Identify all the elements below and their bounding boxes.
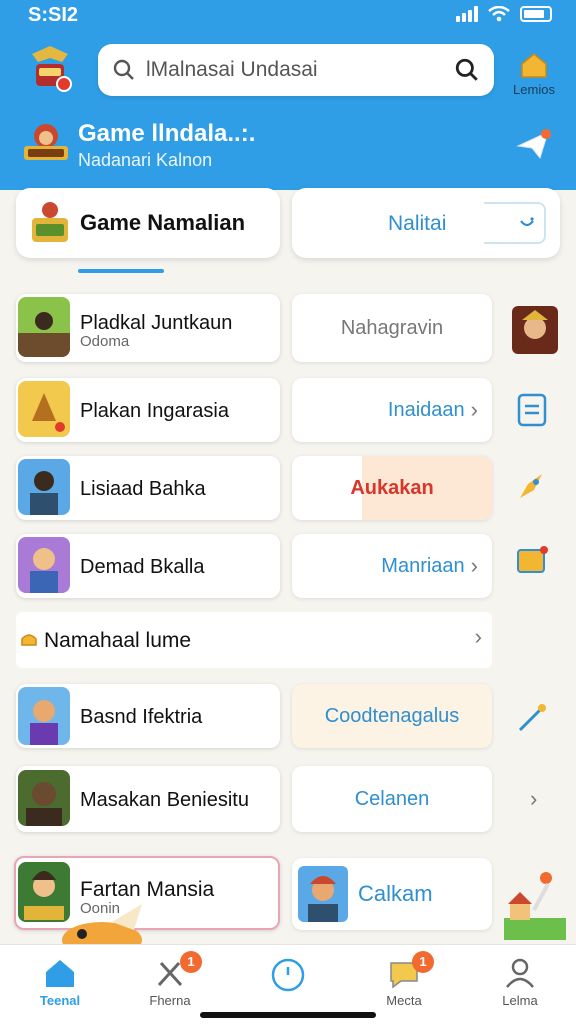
brush-icon[interactable] xyxy=(514,700,550,736)
game-thumbnail-icon xyxy=(18,459,70,515)
game-row-title: Basnd Ifektria xyxy=(80,706,203,728)
game-thumbnail-icon xyxy=(18,297,70,357)
home-indicator xyxy=(200,1012,376,1018)
home-label: Lemios xyxy=(513,82,555,97)
game-row-subtitle: Odoma xyxy=(80,333,130,350)
chevron-right-icon: › xyxy=(470,397,478,422)
nav-tools-label: Fherna xyxy=(149,993,191,1008)
village-icon[interactable] xyxy=(504,870,566,940)
nav-profile-label: Lelma xyxy=(502,993,538,1008)
profile-icon xyxy=(506,958,534,988)
game-row-title: Fartan Mansia xyxy=(80,878,215,901)
row-action-label: Celanen xyxy=(354,787,430,810)
document-icon[interactable] xyxy=(514,392,550,428)
row-action-label: Nahagravin xyxy=(340,316,444,339)
chevron-right-icon: › xyxy=(474,624,482,649)
nav-tools-badge: 1 xyxy=(180,951,202,973)
chevron-right-icon: › xyxy=(470,553,478,578)
filter-card[interactable]: Nalitai xyxy=(292,188,560,258)
status-bar: S:SI2 xyxy=(0,0,576,30)
paper-plane-icon[interactable] xyxy=(514,124,554,164)
status-time: S:SI2 xyxy=(28,4,79,26)
game-thumbnail-icon xyxy=(18,537,70,593)
row-action-card[interactable]: Calkam xyxy=(292,858,492,930)
row-action-card[interactable]: Nahagravin xyxy=(292,294,492,362)
nav-home-label: Teenal xyxy=(39,993,81,1008)
wifi-icon xyxy=(488,6,510,22)
section-title: Namahaal lume xyxy=(44,629,192,652)
chevron-right-icon[interactable]: › xyxy=(530,786,537,812)
search-submit-icon[interactable] xyxy=(454,57,480,83)
app-logo-icon[interactable] xyxy=(24,40,76,96)
row-action-card[interactable]: Celanen xyxy=(292,766,492,832)
app-header: S:SI2 lMalnasai Undasai Lemios Game llnd… xyxy=(0,0,576,190)
row-action-card[interactable]: Coodtenagalus xyxy=(292,684,492,748)
game-logo-icon xyxy=(24,124,68,160)
signal-icon xyxy=(456,6,478,22)
rocket-icon[interactable] xyxy=(514,468,550,504)
game-row-title: Lisiaad Bahka xyxy=(80,478,206,500)
game-thumbnail-icon xyxy=(18,687,70,745)
home-button[interactable]: Lemios xyxy=(508,48,560,97)
featured-card[interactable]: Game Namalian xyxy=(16,188,280,258)
row-action-label: Manriaan xyxy=(381,554,465,577)
row-action-label: Aukakan xyxy=(350,476,434,499)
battery-icon xyxy=(520,6,552,22)
game-thumbnail-icon xyxy=(18,381,70,437)
row-action-card[interactable]: Inaidaan › xyxy=(292,378,492,442)
filter-card-label: Nalitai xyxy=(388,212,447,235)
nav-messages-badge: 1 xyxy=(412,951,434,973)
status-icons xyxy=(456,6,552,22)
game-row-title: Masakan Beniesitu xyxy=(80,789,249,811)
row-action-label: Coodtenagalus xyxy=(324,704,460,727)
filter-card-inner xyxy=(484,202,546,244)
nav-profile[interactable]: Lelma xyxy=(470,945,570,1024)
home-icon xyxy=(46,960,74,987)
message-icon[interactable] xyxy=(514,542,550,578)
section-header[interactable]: Namahaal lume › xyxy=(16,612,492,668)
game-title: Game llndala..:. xyxy=(78,120,256,147)
search-bar[interactable]: lMalnasai Undasai xyxy=(98,44,494,96)
nav-messages-label: Mecta xyxy=(386,993,422,1008)
search-icon xyxy=(113,59,134,80)
bell-icon xyxy=(21,634,37,646)
row-action-card[interactable]: Aukakan xyxy=(292,456,492,520)
refresh-icon[interactable] xyxy=(518,214,536,232)
house-icon xyxy=(521,53,547,78)
clock-icon xyxy=(271,958,305,992)
avatar-icon[interactable] xyxy=(512,306,558,354)
game-row-title: Pladkal Juntkaun xyxy=(80,312,233,334)
game-row-title: Demad Bkalla xyxy=(80,556,205,578)
featured-card-title: Game Namalian xyxy=(80,210,246,235)
game-subtitle: Nadanari Kalnon xyxy=(78,150,213,170)
row-action-card[interactable]: Manriaan › xyxy=(292,534,492,598)
nav-home[interactable]: Teenal xyxy=(10,945,110,1024)
chest-icon xyxy=(32,202,68,242)
row-action-label: Calkam xyxy=(358,881,433,906)
game-thumbnail-icon xyxy=(298,866,348,922)
row-action-label: Inaidaan xyxy=(387,398,465,421)
game-row-title: Plakan Ingarasia xyxy=(80,400,229,422)
tab-indicator xyxy=(78,269,164,273)
search-input[interactable]: lMalnasai Undasai xyxy=(146,58,454,82)
game-thumbnail-icon xyxy=(18,770,70,826)
